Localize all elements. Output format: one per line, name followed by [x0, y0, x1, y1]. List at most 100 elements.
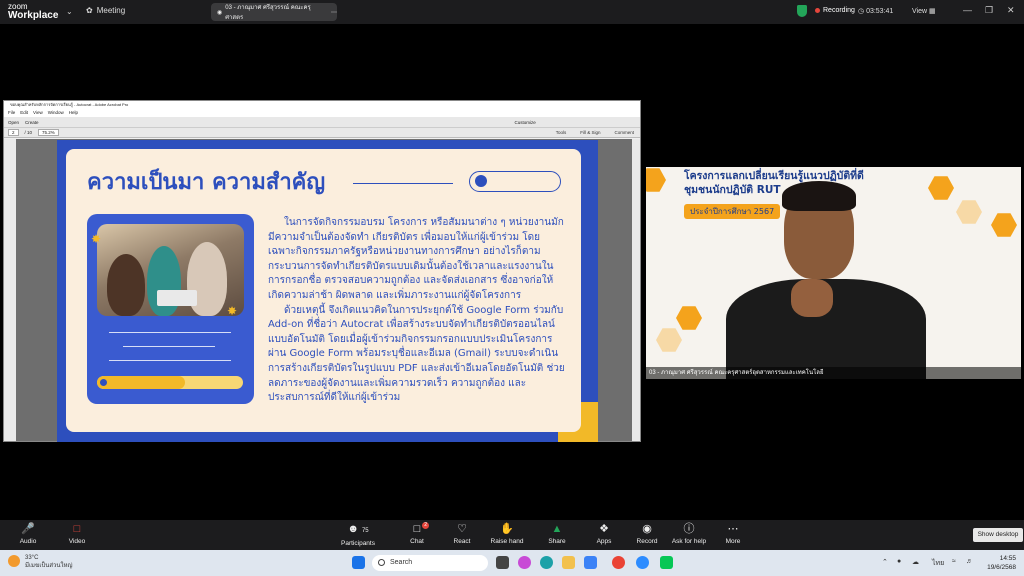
task-view-icon[interactable] — [496, 556, 509, 569]
chat-label: Chat — [410, 538, 424, 545]
video-button[interactable]: □ Video — [51, 523, 103, 545]
more-icon[interactable]: ⋯ — [331, 9, 337, 16]
menu-help[interactable]: Help — [69, 109, 78, 117]
hex-decoration — [646, 168, 666, 192]
slide-body-text: ในการจัดกิจกรรมอบรม โครงการ หรือสัมมนาต่… — [268, 216, 566, 406]
tools-tab[interactable]: Tools — [556, 130, 567, 135]
audio-button[interactable]: 🎤 Audio — [2, 523, 54, 545]
view-label: View — [912, 8, 928, 15]
close-icon[interactable]: ✕ — [1007, 5, 1015, 16]
fill-sign-tab[interactable]: Fill & Sign — [580, 130, 600, 135]
banner-subtitle: ประจำปีการศึกษา 2567 — [684, 204, 781, 219]
image-card: ✸ ✸ — [87, 214, 254, 404]
zoom-select[interactable]: 75.2% — [38, 129, 59, 136]
view-button[interactable]: View ▦ — [912, 7, 936, 15]
acrobat-window: ขอบคุณสำหรับหลักการจัดการเรียนรู้ - Auto… — [3, 100, 641, 442]
menu-view[interactable]: View — [33, 109, 43, 117]
participant-name-label: 03 - ภาณุมาศ ศรีสุวรรณ์ คณะครุศาสตร์อุตส… — [646, 367, 1021, 379]
acrobat-menu: File Edit View Window Help — [4, 109, 640, 117]
more-label: More — [725, 538, 741, 545]
document-viewport[interactable]: ความเป็นมา ความสำคัญ ✸ ✸ ในการจัดกิจกรรม… — [4, 139, 640, 442]
card-line — [109, 360, 231, 361]
meeting-menu[interactable]: ✿ Meeting — [86, 6, 125, 15]
clock-date: 19/6/2568 — [987, 564, 1016, 571]
share-label: 03 - ภาณุมาศ ศรีสุวรรณ์ คณะครุศาสตร — [225, 5, 311, 21]
zoom-icon[interactable] — [636, 556, 649, 569]
participants-icon: ☻ 75 — [347, 523, 369, 535]
recording-indicator[interactable]: Recording — [815, 7, 855, 14]
share-icon: ▲ — [551, 523, 563, 535]
hex-decoration — [656, 328, 682, 352]
share-label-bottom: Share — [548, 538, 566, 545]
meeting-label: Meeting — [96, 6, 126, 15]
progress-fill — [97, 376, 185, 389]
chevron-down-icon[interactable]: ⌄ — [66, 7, 73, 16]
mic-off-icon: 🎤 — [21, 523, 35, 535]
comment-tab[interactable]: Comment — [614, 130, 634, 135]
taskbar-search[interactable]: Search — [372, 555, 488, 571]
zoom-top-bar: zoom Workplace ⌄ ✿ Meeting ◉ 03 - ภาณุมา… — [0, 0, 1024, 24]
people-icon: ◉ — [217, 9, 223, 16]
shield-icon[interactable] — [797, 5, 807, 17]
language-indicator[interactable]: ไทย — [932, 558, 944, 569]
react-label: React — [453, 538, 471, 545]
recording-label: Recording — [823, 7, 855, 14]
more-button[interactable]: ⋯ More — [707, 523, 759, 545]
minimize-icon[interactable]: — — [963, 5, 972, 15]
share-button[interactable]: ▲ Share — [531, 523, 583, 545]
card-line — [123, 346, 215, 347]
chat-badge: 2 — [422, 522, 429, 529]
speaker-hand — [791, 279, 833, 317]
restore-icon[interactable]: ❐ — [985, 5, 993, 16]
card-line — [109, 332, 231, 333]
meeting-timer: ◷ 03:53:41 — [858, 8, 894, 15]
screen-share-indicator[interactable]: ◉ 03 - ภาณุมาศ ศรีสุวรรณ์ คณะครุศาสตร ⋯ — [211, 3, 337, 21]
file-explorer-icon[interactable] — [562, 556, 575, 569]
windows-start-icon[interactable] — [352, 556, 365, 569]
wifi-icon[interactable]: ≈ — [952, 558, 956, 565]
open-button[interactable]: Open — [8, 120, 19, 125]
acrobat-title: ขอบคุณสำหรับหลักการจัดการเรียนรู้ - Auto… — [4, 101, 640, 109]
raise-hand-button[interactable]: ✋ Raise hand — [481, 523, 533, 545]
copilot-icon[interactable] — [518, 556, 531, 569]
line-icon[interactable] — [660, 556, 673, 569]
search-label: Search — [390, 559, 413, 566]
participants-count: 75 — [361, 528, 369, 534]
hex-decoration — [956, 200, 982, 224]
zoom-meeting-controls: 🎤 Audio □ Video ☻ 75 Participants □ 2 Ch… — [0, 520, 1024, 550]
camera-off-icon: □ — [73, 523, 81, 535]
slide-paragraph-1: ในการจัดกิจกรรมอบรม โครงการ หรือสัมมนาต่… — [268, 217, 564, 301]
zoom-logo: zoom Workplace — [8, 2, 58, 21]
vertical-scrollbar[interactable] — [632, 139, 640, 441]
timer-value: 03:53:41 — [866, 8, 894, 15]
search-icon — [378, 559, 385, 566]
record-dot-icon — [815, 8, 820, 13]
edge-icon[interactable] — [540, 556, 553, 569]
menu-window[interactable]: Window — [48, 109, 64, 117]
weather-widget[interactable]: 33°C มีเมฆเป็นส่วนใหญ่ — [25, 554, 73, 570]
create-button[interactable]: Create — [25, 120, 39, 125]
record-label: Record — [636, 538, 658, 545]
participant-video-tile[interactable]: โครงการแลกเปลี่ยนเรียนรู้แนวปฏิบัติที่ดี… — [646, 167, 1021, 379]
menu-file[interactable]: File — [8, 109, 15, 117]
onedrive-icon[interactable]: ☁ — [912, 558, 919, 566]
hex-decoration — [928, 176, 954, 200]
customize-button[interactable]: Customize — [515, 120, 536, 125]
participants-button[interactable]: ☻ 75 Participants — [332, 523, 384, 547]
speaker-hair — [782, 181, 856, 211]
page-total: / 10 — [24, 130, 33, 135]
star-icon: ✸ — [227, 304, 238, 318]
store-icon[interactable] — [584, 556, 597, 569]
taskbar-clock[interactable]: 14:55 19/6/2568 — [982, 554, 1016, 572]
chrome-icon[interactable] — [612, 556, 625, 569]
participants-label: Participants — [341, 540, 375, 547]
video-label: Video — [68, 538, 86, 545]
show-desktop-tooltip[interactable]: Show desktop — [973, 528, 1023, 542]
page-input[interactable]: 2 — [8, 129, 19, 136]
weather-icon[interactable] — [8, 555, 20, 567]
speaker-icon[interactable]: ♬ — [966, 558, 973, 565]
menu-edit[interactable]: Edit — [20, 109, 28, 117]
network-icon[interactable]: ● — [897, 558, 901, 565]
navigation-pane[interactable] — [4, 139, 16, 441]
chevron-up-icon[interactable]: ⌃ — [882, 558, 888, 566]
